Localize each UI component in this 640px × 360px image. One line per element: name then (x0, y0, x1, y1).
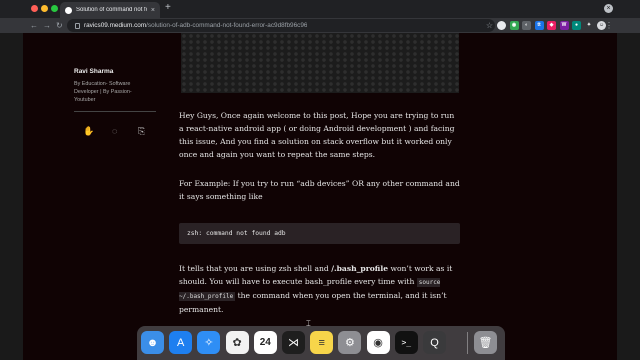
minimize-window-button[interactable] (41, 5, 48, 12)
url-path: /solution-of-adb-command-not-found-error… (146, 22, 308, 29)
forward-button[interactable]: → (43, 20, 51, 31)
author-bio: By Education- Software Developer | By Pa… (74, 81, 132, 103)
lock-icon (75, 22, 80, 29)
finder-icon[interactable]: ☻ (141, 331, 164, 354)
window-control-icon[interactable]: × (604, 4, 613, 13)
terminal-icon[interactable]: >_ (394, 331, 418, 354)
browser-menu-icon[interactable]: ⋮ (605, 20, 613, 31)
quicktime-icon[interactable]: Q (423, 331, 446, 354)
bookmark-star-icon[interactable]: ☆ (486, 20, 493, 31)
close-tab-icon[interactable]: × (151, 7, 155, 14)
puzzle-icon[interactable]: ✦ (584, 21, 594, 30)
article-hero-image (181, 33, 459, 93)
tab-title: Solution of command not found (76, 7, 147, 13)
address-bar[interactable]: ravics09.medium.com/solution-of-adb-comm… (67, 19, 495, 32)
trash-icon[interactable]: 🗑 (474, 331, 497, 354)
account-icon[interactable] (497, 21, 506, 30)
reload-button[interactable]: ↻ (56, 20, 63, 31)
system-preferences-icon[interactable]: ⚙ (338, 331, 362, 354)
new-tab-button[interactable]: + (165, 3, 171, 13)
medium-favicon-icon (65, 6, 72, 14)
comment-icon[interactable]: ◌ (112, 126, 117, 136)
medium-article-page: Ravi Sharma By Education- Software Devel… (23, 33, 617, 360)
code-block: zsh: command not found adb (179, 223, 460, 244)
macos-dock: ☻ A ✧ ✿ 24 ⋊ ≡ ⚙ ◉ >_ Q 🗑 (137, 326, 505, 360)
extension-blue-icon[interactable]: tt (534, 21, 544, 30)
dock-separator (467, 332, 468, 354)
extension-teal-icon[interactable]: ● (572, 21, 581, 30)
sidebar-divider (74, 111, 156, 112)
browser-tab-bar: Solution of command not found × + × (0, 0, 640, 18)
notes-icon[interactable]: ≡ (310, 331, 334, 354)
url-text: ravics09.medium.com/solution-of-adb-comm… (84, 22, 307, 29)
url-host: ravics09.medium.com (84, 22, 147, 29)
paragraph-text: It tells that you are using zsh shell an… (179, 264, 332, 273)
extension-purple-icon[interactable]: W (559, 21, 569, 30)
close-window-button[interactable] (31, 5, 38, 12)
browser-toolbar: ← → ↻ ravics09.medium.com/solution-of-ad… (0, 18, 640, 33)
app-store-icon[interactable]: A (169, 331, 193, 354)
profile-icon[interactable]: ☺ (597, 21, 606, 30)
extension-pink-icon[interactable]: ◆ (547, 21, 556, 30)
bold-text: /.bash_profile (331, 264, 389, 273)
article-paragraph: For Example: If you try to run “adb devi… (179, 179, 460, 201)
back-button[interactable]: ← (30, 20, 38, 31)
clap-icon[interactable]: ✋ (83, 126, 94, 136)
extension-green-icon[interactable]: ◉ (509, 21, 519, 30)
zoom-window-button[interactable] (51, 5, 58, 12)
vscode-icon[interactable]: ⋊ (282, 331, 305, 354)
browser-tab[interactable]: Solution of command not found × (60, 2, 160, 18)
bookmark-icon[interactable]: ⎘ (138, 126, 145, 136)
article-paragraph: Hey Guys, Once again welcome to this pos… (179, 111, 455, 159)
safari-icon[interactable]: ✧ (197, 331, 221, 354)
extension-grey-icon[interactable]: ◐ (522, 21, 531, 30)
calendar-icon[interactable]: 24 (253, 331, 277, 354)
author-name[interactable]: Ravi Sharma (74, 68, 113, 75)
chrome-icon[interactable]: ◉ (366, 331, 390, 354)
photos-icon[interactable]: ✿ (225, 331, 249, 354)
article-paragraph: It tells that you are using zsh shell an… (179, 262, 461, 316)
